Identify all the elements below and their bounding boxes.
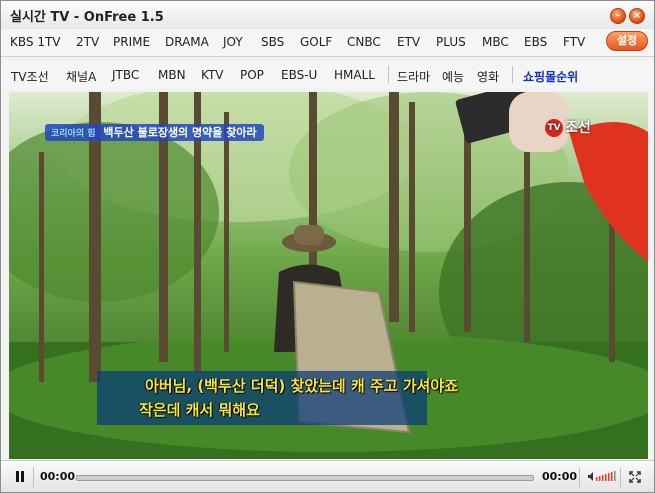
separator	[512, 66, 513, 83]
banner-text: 백두산 불로장생의 명약을 찾아라	[103, 126, 257, 139]
subtitle-line-1: 아버님, (백두산 더덕) 찾았는데 캐 주고 가셔야죠	[145, 377, 458, 395]
genre-variety[interactable]: 예능	[442, 68, 464, 85]
channel-bar-secondary: TV조선 채널A JTBC MBN KTV POP EBS-U HMALL 드라…	[1, 61, 654, 89]
channel-prime[interactable]: PRIME	[113, 35, 150, 49]
player-controls: 00:00 00:00	[1, 460, 654, 492]
window-title: 실시간 TV - OnFree 1.5	[10, 10, 164, 25]
banner-brand: 코리아의 힘	[51, 129, 96, 139]
total-time: 00:00	[542, 470, 578, 483]
separator	[33, 467, 34, 487]
channel-cnbc[interactable]: CNBC	[347, 35, 381, 49]
settings-button[interactable]: 설정	[606, 31, 648, 51]
channel-bar-primary: KBS 1TV 2TV PRIME DRAMA JOY SBS GOLF CNB…	[1, 29, 654, 57]
channel-ebsu[interactable]: EBS-U	[281, 68, 317, 82]
shopping-rank-link[interactable]: 쇼핑몰순위	[523, 68, 578, 85]
channel-logo-icon: TV	[545, 119, 563, 137]
channel-mbc[interactable]: MBC	[482, 35, 509, 49]
channel-etv[interactable]: ETV	[397, 35, 420, 49]
channel-sbs[interactable]: SBS	[261, 35, 284, 49]
volume-slider[interactable]	[595, 470, 617, 482]
channel-kbs1tv[interactable]: KBS 1TV	[10, 35, 61, 49]
close-button[interactable]: ×	[629, 8, 645, 24]
channel-ftv[interactable]: FTV	[563, 35, 585, 49]
minimize-button[interactable]: –	[610, 8, 626, 24]
subtitle-line-2: 작은데 캐서 뭐해요	[139, 401, 260, 419]
separator	[388, 66, 389, 83]
separator	[620, 467, 621, 487]
genre-drama[interactable]: 드라마	[397, 68, 430, 85]
channel-plus[interactable]: PLUS	[436, 35, 466, 49]
program-title-banner: 코리아의 힘 백두산 불로장생의 명약을 찾아라	[45, 124, 264, 141]
app-window: 실시간 TV - OnFree 1.5 – × KBS 1TV 2TV PRIM…	[0, 0, 655, 493]
channel-logo-text: 조선	[565, 120, 591, 136]
separator	[579, 467, 580, 487]
channel-joy[interactable]: JOY	[223, 35, 243, 49]
channel-ebs[interactable]: EBS	[524, 35, 547, 49]
channel-drama[interactable]: DRAMA	[165, 35, 209, 49]
channel-golf[interactable]: GOLF	[300, 35, 332, 49]
channel-2tv[interactable]: 2TV	[76, 35, 99, 49]
channel-pop[interactable]: POP	[240, 68, 264, 82]
channel-channela[interactable]: 채널A	[66, 68, 96, 85]
channel-hmall[interactable]: HMALL	[334, 68, 375, 82]
channel-ktv[interactable]: KTV	[201, 68, 223, 82]
video-player[interactable]: 코리아의 힘 백두산 불로장생의 명약을 찾아라 TV 조선 아버님, (백두산 …	[9, 92, 648, 459]
seek-bar[interactable]	[76, 475, 534, 481]
channel-tvchosun[interactable]: TV조선	[11, 68, 49, 85]
current-time: 00:00	[40, 470, 76, 483]
pause-icon[interactable]	[15, 471, 25, 483]
channel-jtbc[interactable]: JTBC	[112, 68, 139, 82]
title-bar[interactable]: 실시간 TV - OnFree 1.5 – ×	[1, 1, 654, 30]
genre-movie[interactable]: 영화	[477, 68, 499, 85]
channel-logo: TV 조선	[545, 117, 591, 137]
fullscreen-icon[interactable]	[629, 471, 641, 483]
channel-mbn[interactable]: MBN	[158, 68, 186, 82]
